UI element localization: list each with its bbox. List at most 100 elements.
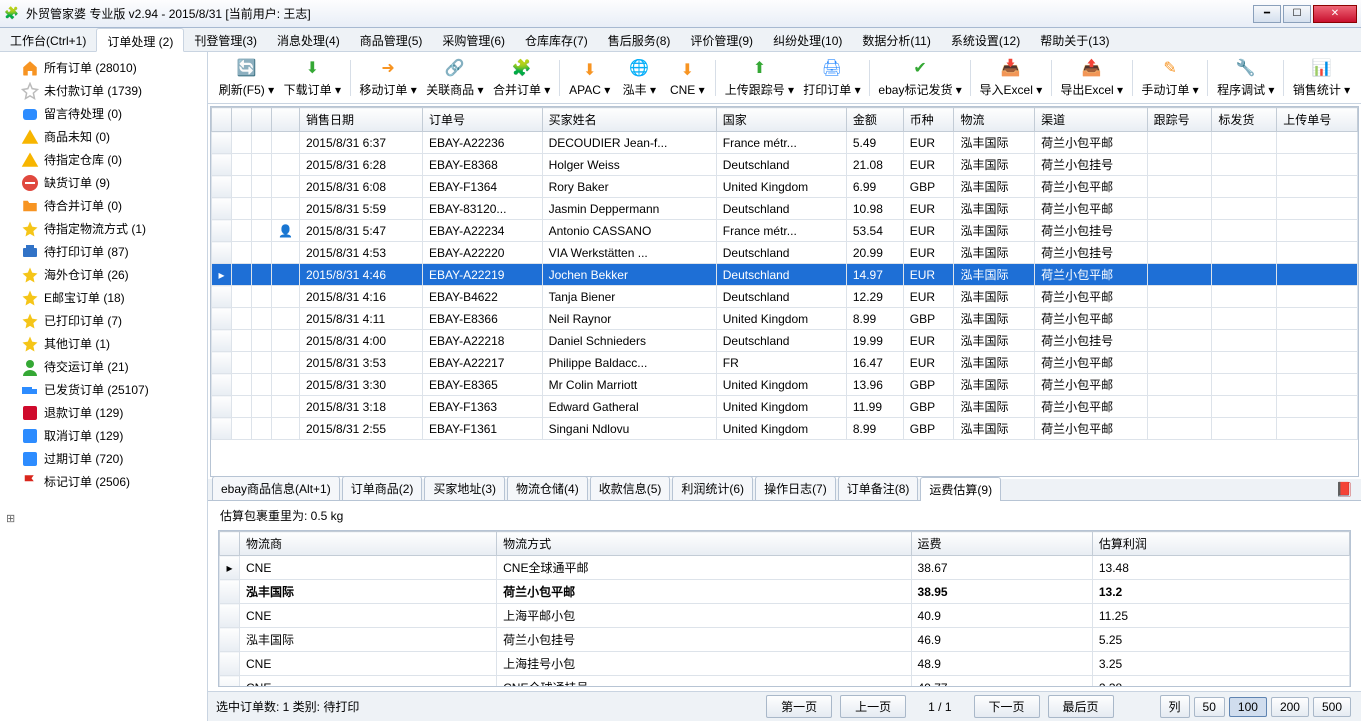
toolbar-button[interactable]: ✎手动订单 ▾ [1137, 54, 1204, 102]
grid-column-header[interactable]: 国家 [716, 108, 846, 132]
sidebar-item[interactable]: 待打印订单 (87) [2, 240, 205, 263]
toolbar-button[interactable]: 📤导出Excel ▾ [1056, 54, 1128, 102]
table-row[interactable]: 2015/8/31 4:53EBAY-A22220VIA Werkstätten… [212, 242, 1358, 264]
toolbar-button[interactable]: 📊销售统计 ▾ [1288, 54, 1355, 102]
table-row[interactable]: 2015/8/31 3:53EBAY-A22217Philippe Baldac… [212, 352, 1358, 374]
menu-item[interactable]: 刊登管理(3) [184, 28, 267, 51]
menu-item[interactable]: 消息处理(4) [267, 28, 350, 51]
est-row[interactable]: 泓丰国际荷兰小包平邮38.9513.2 [220, 580, 1350, 604]
toolbar-button[interactable]: 🌐泓丰 ▾ [615, 54, 663, 102]
menu-item[interactable]: 工作台(Ctrl+1) [0, 28, 96, 51]
detail-tab[interactable]: 收款信息(5) [590, 476, 671, 500]
menu-item[interactable]: 商品管理(5) [350, 28, 433, 51]
toolbar-button[interactable]: ➜移动订单 ▾ [355, 54, 422, 102]
grid-column-header[interactable]: 标发货 [1212, 108, 1277, 132]
toolbar-button[interactable]: ⬇APAC ▾ [564, 54, 615, 102]
maximize-button[interactable]: ☐ [1283, 5, 1311, 23]
sidebar-item[interactable]: 其他订单 (1) [2, 332, 205, 355]
toolbar-button[interactable]: 🖨打印订单 ▾ [799, 54, 866, 102]
sidebar-item[interactable]: 待合并订单 (0) [2, 194, 205, 217]
toolbar-button[interactable]: ⬇CNE ▾ [663, 54, 711, 102]
close-button[interactable]: ✕ [1313, 5, 1357, 23]
table-row[interactable]: 2015/8/31 4:00EBAY-A22218Daniel Schniede… [212, 330, 1358, 352]
detail-tab[interactable]: 操作日志(7) [755, 476, 836, 500]
toolbar-button[interactable]: 🔧程序调试 ▾ [1212, 54, 1279, 102]
grid-column-header[interactable]: 币种 [903, 108, 954, 132]
menu-item[interactable]: 评价管理(9) [680, 28, 763, 51]
table-row[interactable]: 2015/8/31 6:08EBAY-F1364Rory BakerUnited… [212, 176, 1358, 198]
table-row[interactable]: 2015/8/31 4:11EBAY-E8366Neil RaynorUnite… [212, 308, 1358, 330]
table-row[interactable]: 2015/8/31 3:18EBAY-F1363Edward GatheralU… [212, 396, 1358, 418]
sidebar-item[interactable]: 已发货订单 (25107) [2, 378, 205, 401]
page-size-button[interactable]: 500 [1313, 697, 1351, 717]
sidebar-item[interactable]: 取消订单 (129) [2, 424, 205, 447]
page-size-button[interactable]: 50 [1194, 697, 1225, 717]
detail-tab[interactable]: 利润统计(6) [672, 476, 753, 500]
page-size-button[interactable]: 100 [1229, 697, 1267, 717]
grid-column-header[interactable]: 订单号 [423, 108, 543, 132]
toolbar-button[interactable]: 🔗关联商品 ▾ [421, 54, 488, 102]
tree-expander-icon[interactable]: ⊞ [6, 512, 15, 525]
est-column-header[interactable]: 物流商 [240, 532, 497, 556]
toolbar-button[interactable]: ⬆上传跟踪号 ▾ [720, 54, 798, 102]
sidebar-item[interactable]: 待指定仓库 (0) [2, 148, 205, 171]
menu-item[interactable]: 系统设置(12) [941, 28, 1030, 51]
menu-item[interactable]: 仓库库存(7) [515, 28, 598, 51]
grid-column-header[interactable]: 渠道 [1035, 108, 1147, 132]
grid-column-header[interactable]: 买家姓名 [542, 108, 716, 132]
menu-item[interactable]: 售后服务(8) [598, 28, 681, 51]
table-row[interactable]: 2015/8/31 3:30EBAY-E8365Mr Colin Marriot… [212, 374, 1358, 396]
detail-tab[interactable]: 物流仓储(4) [507, 476, 588, 500]
grid-column-header[interactable]: 物流 [954, 108, 1035, 132]
menu-item[interactable]: 订单处理 (2) [96, 28, 184, 52]
booklet-icon[interactable]: 📕 [1336, 481, 1353, 498]
minimize-button[interactable]: ━ [1253, 5, 1281, 23]
grid-column-header[interactable] [212, 108, 232, 132]
table-row[interactable]: ▸2015/8/31 4:46EBAY-A22219Jochen BekkerD… [212, 264, 1358, 286]
sidebar-item[interactable]: 标记订单 (2506) [2, 470, 205, 493]
est-column-header[interactable]: 运费 [911, 532, 1092, 556]
sidebar-item[interactable]: 已打印订单 (7) [2, 309, 205, 332]
detail-tab[interactable]: 买家地址(3) [424, 476, 505, 500]
sidebar-item[interactable]: 未付款订单 (1739) [2, 79, 205, 102]
est-column-header[interactable]: 物流方式 [497, 532, 911, 556]
detail-tab[interactable]: 运费估算(9) [920, 477, 1001, 501]
grid-column-header[interactable] [232, 108, 252, 132]
grid-column-header[interactable]: 销售日期 [299, 108, 422, 132]
est-column-header[interactable] [220, 532, 240, 556]
grid-column-header[interactable] [272, 108, 300, 132]
page-size-button[interactable]: 200 [1271, 697, 1309, 717]
table-row[interactable]: 2015/8/31 2:55EBAY-F1361Singani NdlovuUn… [212, 418, 1358, 440]
grid-column-header[interactable] [252, 108, 272, 132]
sidebar-item[interactable]: 过期订单 (720) [2, 447, 205, 470]
est-row[interactable]: ▸CNECNE全球通平邮38.6713.48 [220, 556, 1350, 580]
sidebar-item[interactable]: 退款订单 (129) [2, 401, 205, 424]
table-row[interactable]: 2015/8/31 6:37EBAY-A22236DECOUDIER Jean-… [212, 132, 1358, 154]
next-page-button[interactable]: 下一页 [974, 695, 1040, 718]
detail-tab[interactable]: 订单商品(2) [342, 476, 423, 500]
table-row[interactable]: 👤2015/8/31 5:47EBAY-A22234Antonio CASSAN… [212, 220, 1358, 242]
first-page-button[interactable]: 第一页 [766, 695, 832, 718]
toolbar-button[interactable]: 📥导入Excel ▾ [975, 54, 1047, 102]
detail-tab[interactable]: ebay商品信息(Alt+1) [212, 476, 340, 500]
table-row[interactable]: 2015/8/31 6:28EBAY-E8368Holger WeissDeut… [212, 154, 1358, 176]
toolbar-button[interactable]: 🔄刷新(F5) ▾ [214, 54, 279, 102]
menu-item[interactable]: 纠纷处理(10) [763, 28, 852, 51]
table-row[interactable]: 2015/8/31 4:16EBAY-B4622Tanja BienerDeut… [212, 286, 1358, 308]
sidebar-item[interactable]: 待交运订单 (21) [2, 355, 205, 378]
sidebar-item[interactable]: E邮宝订单 (18) [2, 286, 205, 309]
est-row[interactable]: 泓丰国际荷兰小包挂号46.95.25 [220, 628, 1350, 652]
grid-column-header[interactable]: 上传单号 [1277, 108, 1358, 132]
sidebar-item[interactable]: 所有订单 (28010) [2, 56, 205, 79]
orders-grid[interactable]: 销售日期订单号买家姓名国家金额币种物流渠道跟踪号标发货上传单号2015/8/31… [210, 106, 1359, 477]
sidebar-item[interactable]: 待指定物流方式 (1) [2, 217, 205, 240]
sidebar-item[interactable]: 海外仓订单 (26) [2, 263, 205, 286]
grid-column-header[interactable]: 跟踪号 [1147, 108, 1212, 132]
grid-column-header[interactable]: 金额 [846, 108, 903, 132]
est-row[interactable]: CNECNE全球通挂号49.772.38 [220, 676, 1350, 688]
menu-item[interactable]: 数据分析(11) [852, 28, 940, 51]
detail-tab[interactable]: 订单备注(8) [838, 476, 919, 500]
sidebar-item[interactable]: 留言待处理 (0) [2, 102, 205, 125]
sidebar-item[interactable]: 商品未知 (0) [2, 125, 205, 148]
sidebar-item[interactable]: 缺货订单 (9) [2, 171, 205, 194]
